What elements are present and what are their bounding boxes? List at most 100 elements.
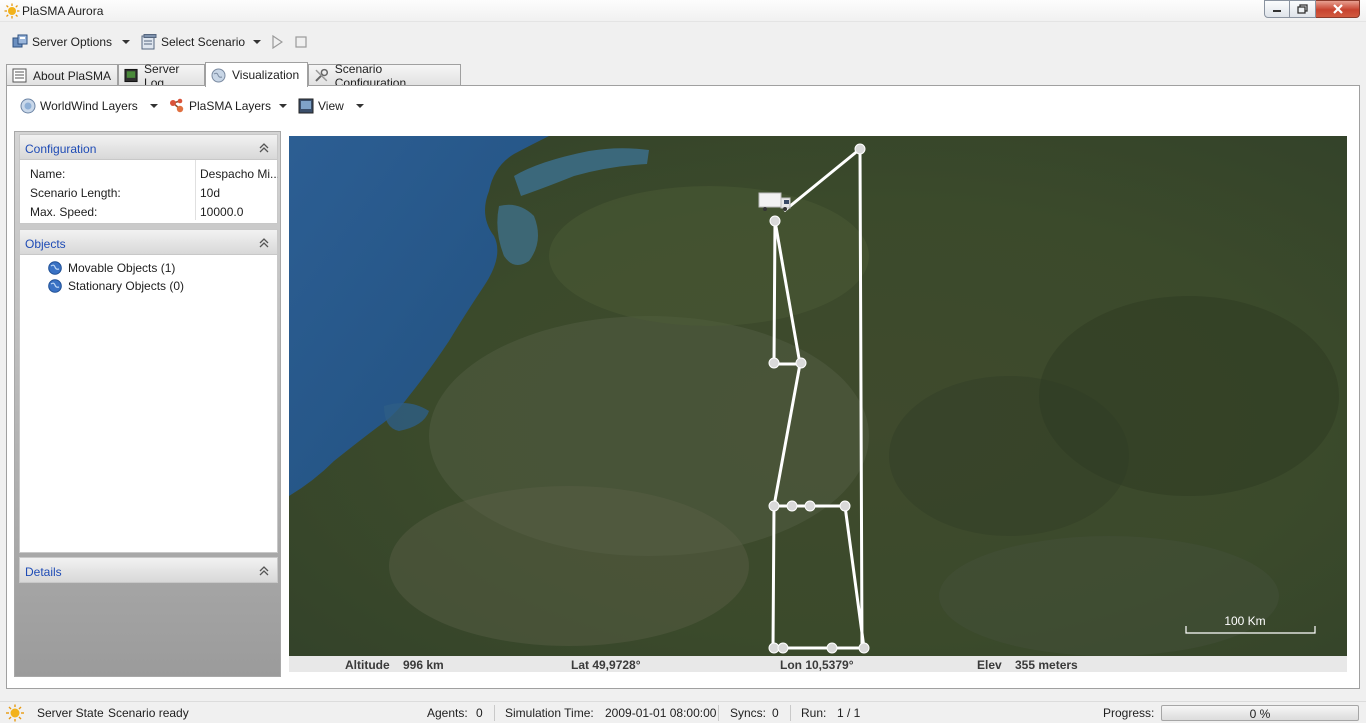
server-options-dropdown-arrow[interactable]	[122, 40, 130, 44]
syncs-label: Syncs:	[730, 706, 767, 720]
simulation-time-value: 2009-01-01 08:00:00	[605, 706, 717, 720]
objects-header[interactable]: Objects	[19, 229, 278, 255]
plasma-layers-button[interactable]: PlaSMA Layers	[169, 96, 271, 116]
view-dropdown-arrow[interactable]	[356, 104, 364, 108]
close-icon	[1332, 4, 1343, 14]
server-state-label: Server State	[37, 706, 104, 720]
visualization-toolbar: WorldWind Layers PlaSMA Layers View	[14, 95, 414, 117]
globe-icon	[48, 261, 62, 275]
tab-visualization[interactable]: Visualization	[205, 62, 308, 87]
waypoint[interactable]	[769, 215, 781, 227]
elevation-value: 355 meters	[1015, 658, 1078, 672]
tree-item-stationary-objects[interactable]: Stationary Objects (0)	[48, 277, 184, 295]
elevation-label: Elev	[977, 658, 1002, 672]
globe-icon	[211, 68, 226, 82]
window-title: PlaSMA Aurora	[22, 4, 104, 18]
worldwind-layers-button[interactable]: WorldWind Layers	[20, 96, 138, 116]
view-button[interactable]: View	[298, 96, 344, 116]
waypoint[interactable]	[786, 500, 798, 512]
waypoint[interactable]	[854, 143, 866, 155]
farmland-area	[939, 536, 1279, 656]
waypoint[interactable]	[768, 500, 780, 512]
status-separator	[494, 705, 495, 721]
collapse-up-icon[interactable]	[259, 142, 269, 154]
stop-icon[interactable]	[295, 36, 307, 48]
longitude-value: Lon 10,5379°	[780, 658, 854, 672]
title-bar: PlaSMA Aurora	[0, 0, 1366, 22]
waypoint[interactable]	[826, 642, 838, 654]
config-row: Max. Speed: 10000.0	[20, 202, 277, 221]
configuration-title: Configuration	[25, 142, 97, 156]
run-label: Run:	[801, 706, 827, 720]
farmland-area	[549, 186, 869, 326]
progress-label: Progress:	[1103, 706, 1155, 720]
status-bar: Server State Scenario ready Agents: 0 Si…	[0, 701, 1366, 723]
simulation-time-label: Simulation Time:	[505, 706, 594, 720]
configuration-header[interactable]: Configuration	[19, 134, 278, 160]
progress-bar: 0 %	[1161, 705, 1359, 721]
config-value[interactable]: Despacho Mi...	[200, 167, 278, 181]
satellite-map[interactable]: 100 Km	[289, 136, 1347, 656]
syncs-value: 0	[772, 706, 779, 720]
collapse-up-icon[interactable]	[259, 237, 269, 249]
details-header[interactable]: Details	[19, 557, 278, 583]
molecule-icon	[170, 98, 184, 113]
plasma-layers-dropdown-arrow[interactable]	[279, 104, 287, 108]
config-row: Scenario Length: 10d	[20, 183, 277, 202]
waypoint[interactable]	[777, 642, 789, 654]
waypoint[interactable]	[768, 357, 780, 369]
terminal-icon	[124, 68, 138, 83]
globe-icon	[20, 98, 36, 114]
select-scenario-label: Select Scenario	[161, 35, 246, 49]
config-key: Scenario Length:	[30, 186, 121, 200]
minimize-icon	[1273, 10, 1281, 12]
close-button[interactable]	[1316, 0, 1360, 18]
select-scenario-button[interactable]: Select Scenario	[141, 32, 245, 52]
main-toolbar: Server Options Select Scenario	[0, 28, 1366, 56]
scenario-icon	[141, 34, 157, 50]
tree-item-movable-objects[interactable]: Movable Objects (1)	[48, 259, 175, 277]
status-separator	[718, 705, 719, 721]
worldwind-layers-dropdown-arrow[interactable]	[150, 104, 158, 108]
sun-icon	[4, 3, 20, 19]
left-sidebar: Configuration Name: Despacho Mi... Scena…	[14, 131, 281, 677]
details-title: Details	[25, 565, 62, 579]
worldwind-map[interactable]: 100 Km	[289, 136, 1347, 656]
tab-server-log[interactable]: Server Log	[118, 62, 205, 90]
config-value[interactable]: 10d	[200, 186, 278, 200]
tab-bar: About PlaSMA Server Log Visualization Sc…	[6, 62, 1360, 90]
forest-area	[889, 376, 1129, 536]
farmland-area	[389, 486, 749, 646]
configuration-table: Name: Despacho Mi... Scenario Length: 10…	[19, 160, 278, 224]
plasma-layers-label: PlaSMA Layers	[189, 99, 272, 113]
agents-value: 0	[476, 706, 483, 720]
tab-label: Visualization	[232, 68, 300, 82]
waypoint[interactable]	[839, 500, 851, 512]
tree-item-label: Movable Objects (1)	[68, 261, 176, 275]
status-separator	[790, 705, 791, 721]
scale-label: 100 Km	[1224, 614, 1265, 628]
objects-title: Objects	[25, 237, 66, 251]
latitude-value: Lat 49,9728°	[571, 658, 641, 672]
waypoint[interactable]	[804, 500, 816, 512]
waypoint[interactable]	[858, 642, 870, 654]
sun-icon	[6, 704, 24, 722]
view-label: View	[318, 99, 344, 113]
altitude-label: Altitude	[345, 658, 390, 672]
map-status-line: Altitude 996 km Lat 49,9728° Lon 10,5379…	[289, 656, 1347, 672]
worldwind-layers-label: WorldWind Layers	[40, 99, 138, 113]
select-scenario-dropdown-arrow[interactable]	[253, 40, 261, 44]
tab-about-plasma[interactable]: About PlaSMA	[6, 64, 118, 86]
config-key: Max. Speed:	[30, 205, 98, 219]
progress-value: 0 %	[1249, 707, 1271, 721]
waypoint[interactable]	[795, 357, 807, 369]
config-value[interactable]: 10000.0	[200, 205, 278, 219]
restore-button[interactable]	[1290, 0, 1316, 18]
play-icon[interactable]	[271, 35, 283, 49]
collapse-up-icon[interactable]	[259, 565, 269, 577]
server-state-value: Scenario ready	[108, 706, 189, 720]
objects-tree: Movable Objects (1) Stationary Objects (…	[19, 255, 278, 553]
server-options-button[interactable]: Server Options	[12, 32, 112, 52]
minimize-button[interactable]	[1264, 0, 1290, 18]
tab-scenario-configuration[interactable]: Scenario Configuration	[308, 62, 461, 90]
